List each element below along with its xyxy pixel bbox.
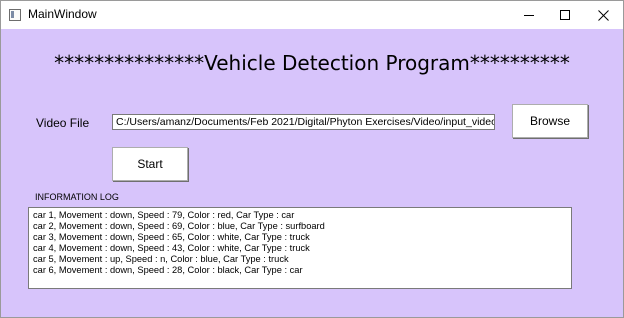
window-title: MainWindow [28,7,97,21]
browse-button[interactable]: Browse [512,104,588,138]
log-line: car 5, Movement : up, Speed : n, Color :… [33,254,289,264]
log-line: car 6, Movement : down, Speed : 28, Colo… [33,265,303,275]
main-window: MainWindow ***************Vehicle Detect… [0,0,624,318]
close-icon [598,10,609,21]
minimize-button[interactable] [511,1,547,29]
information-log-label: INFORMATION LOG [35,192,119,202]
program-heading: ***************Vehicle Detection Program… [54,51,570,75]
log-line: car 3, Movement : down, Speed : 65, Colo… [33,232,310,242]
log-line: car 2, Movement : down, Speed : 69, Colo… [33,221,325,231]
maximize-icon [560,10,570,20]
video-file-label: Video File [36,116,90,130]
minimize-icon [524,15,534,16]
video-path-input[interactable] [112,114,495,130]
log-line: car 4, Movement : down, Speed : 43, Colo… [33,243,310,253]
title-bar[interactable]: MainWindow [1,1,623,29]
maximize-button[interactable] [547,1,583,29]
close-button[interactable] [585,1,621,29]
app-icon [9,9,21,21]
information-log[interactable]: car 1, Movement : down, Speed : 79, Colo… [28,207,572,289]
start-button[interactable]: Start [112,147,188,181]
log-line: car 1, Movement : down, Speed : 79, Colo… [33,210,295,220]
